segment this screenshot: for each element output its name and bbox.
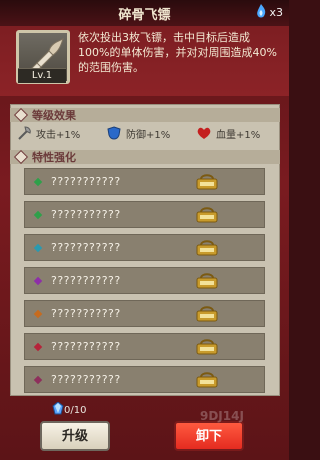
trait-gem-icon xyxy=(33,177,43,186)
trait-text: ??????????? xyxy=(51,373,121,386)
trait-row[interactable]: ??????????? xyxy=(24,366,265,393)
trait-text: ??????????? xyxy=(51,241,121,254)
watermark: 9DJ14J xyxy=(200,409,244,423)
header-bar: 碎骨飞镖 x3 xyxy=(0,0,289,26)
lock-icon xyxy=(196,273,218,289)
trait-gem-icon xyxy=(33,210,43,219)
trait-text: ??????????? xyxy=(51,340,121,353)
trait-gem-icon xyxy=(33,309,43,318)
stat-health-label: 血量+1% xyxy=(216,129,261,141)
trait-row[interactable]: ??????????? xyxy=(24,333,265,360)
crystal-count: 0/10 xyxy=(64,405,87,416)
item-description: 依次投出3枚飞镖，击中目标后造成100%的单体伤害，并对对周围造成40%的范围伤… xyxy=(78,31,277,74)
diamond-icon xyxy=(13,107,29,123)
trait-gem-icon xyxy=(33,375,43,384)
trait-row[interactable]: ??????????? xyxy=(24,267,265,294)
axe-icon xyxy=(18,126,31,140)
skill-panel: 碎骨飞镖 x3 Lv.1 依次投出3枚飞镖，击中目标后造成100%的单体伤害，并… xyxy=(0,0,289,460)
diamond-icon xyxy=(13,149,29,165)
unequip-button[interactable]: 卸下 xyxy=(174,421,244,451)
lock-icon xyxy=(196,240,218,256)
stat-attack-label: 攻击+1% xyxy=(36,129,81,141)
trait-row[interactable]: ??????????? xyxy=(24,168,265,195)
stat-defense-label: 防御+1% xyxy=(126,129,171,141)
traits-label: 特性强化 xyxy=(32,151,76,164)
trait-row[interactable]: ??????????? xyxy=(24,300,265,327)
shield-icon xyxy=(107,126,121,140)
trait-row[interactable]: ??????????? xyxy=(24,201,265,228)
currency-indicator: x3 xyxy=(255,4,283,20)
crystal-icon xyxy=(52,402,64,415)
heart-icon xyxy=(197,127,211,139)
panel-title: 碎骨飞镖 xyxy=(118,8,171,23)
trait-text: ??????????? xyxy=(51,274,121,287)
trait-text: ??????????? xyxy=(51,307,121,320)
level-effects-header: 等级效果 xyxy=(10,107,280,123)
trait-row[interactable]: ??????????? xyxy=(24,234,265,261)
traits-header: 特性强化 xyxy=(10,149,280,165)
currency-count: x3 xyxy=(269,5,283,19)
lock-icon xyxy=(196,372,218,388)
trait-gem-icon xyxy=(33,276,43,285)
lock-icon xyxy=(196,306,218,322)
lock-icon xyxy=(196,339,218,355)
blue-flame-icon xyxy=(257,4,266,18)
trait-text: ??????????? xyxy=(51,208,121,221)
stat-bonuses: 攻击+1% 防御+1% 血量+1% xyxy=(10,122,280,144)
trait-gem-icon xyxy=(33,342,43,351)
trait-gem-icon xyxy=(33,243,43,252)
level-effects-label: 等级效果 xyxy=(32,109,76,122)
stat-attack: 攻击+1% xyxy=(16,126,100,141)
stat-health: 血量+1% xyxy=(196,126,280,141)
stat-defense: 防御+1% xyxy=(106,126,190,141)
trait-text: ??????????? xyxy=(51,175,121,188)
lock-icon xyxy=(196,207,218,223)
lock-icon xyxy=(196,174,218,190)
upgrade-button[interactable]: 升级 xyxy=(40,421,110,451)
level-badge: Lv.1 xyxy=(18,68,66,83)
